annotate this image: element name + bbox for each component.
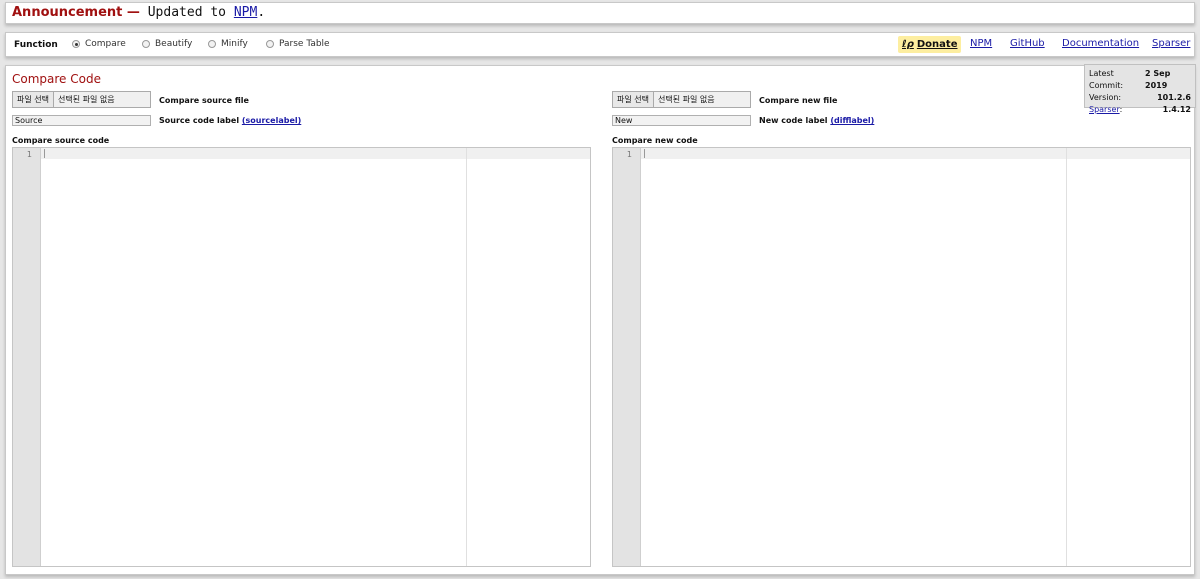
sparser-link[interactable]: Sparser	[1089, 105, 1120, 114]
new-print-margin	[1066, 148, 1067, 566]
source-label-input[interactable]: Source	[12, 115, 151, 126]
new-code-heading: Compare new code	[612, 136, 698, 145]
radio-compare-label: Compare	[85, 39, 126, 49]
new-file-label: Compare new file	[759, 96, 838, 105]
source-file-picker[interactable]: 파일 선택 선택된 파일 없음	[12, 91, 151, 108]
version-label: Version:	[1089, 93, 1122, 102]
source-label-text: Source code label	[159, 116, 240, 125]
source-code-editor[interactable]: 1	[12, 147, 591, 567]
source-file-button[interactable]: 파일 선택	[13, 92, 54, 107]
nav-link-github[interactable]: GitHub	[1010, 38, 1045, 49]
latest-commit-value: 2 Sep 2019	[1145, 69, 1171, 90]
radio-beautify-label: Beautify	[155, 39, 193, 49]
donate-label: Donate	[916, 39, 958, 50]
source-line-number: 1	[26, 150, 32, 159]
new-label-caption: New code label (difflabel)	[759, 116, 874, 125]
new-text-cursor	[644, 149, 645, 158]
announcement-npm-link[interactable]: NPM	[234, 5, 257, 20]
source-label-caption: Source code label (sourcelabel)	[159, 116, 301, 125]
source-line-gutter: 1	[13, 148, 41, 566]
radio-parse-table[interactable]: Parse Table	[266, 39, 330, 49]
radio-compare-dot[interactable]	[72, 40, 80, 48]
source-label-link[interactable]: (sourcelabel)	[242, 116, 301, 125]
new-code-editor[interactable]: 1	[612, 147, 1191, 567]
compare-panel: Compare Code 파일 선택 선택된 파일 없음 Compare sou…	[5, 64, 1196, 575]
new-line-number: 1	[626, 150, 632, 159]
commit-row: Latest Commit: 2 Sep 2019	[1089, 68, 1191, 92]
function-bar: Function Compare Beautify Minify Parse T…	[5, 32, 1195, 57]
radio-compare[interactable]: Compare	[72, 39, 126, 49]
announcement-bar: Announcement — Updated to NPM.	[5, 2, 1195, 24]
new-current-line	[641, 148, 1190, 159]
radio-minify-label: Minify	[221, 39, 248, 49]
source-code-heading: Compare source code	[12, 136, 110, 145]
commit-info-box: Latest Commit: 2 Sep 2019 Version: 101.2…	[1084, 64, 1196, 114]
source-file-label: Compare source file	[159, 96, 249, 105]
radio-parse-table-label: Parse Table	[279, 39, 330, 49]
page-title: Compare Code	[12, 72, 101, 86]
radio-minify-dot[interactable]	[208, 40, 216, 48]
function-label: Function	[14, 40, 58, 50]
announcement-text: Updated to	[147, 5, 227, 20]
radio-parse-table-dot[interactable]	[266, 40, 274, 48]
donate-button[interactable]: ℓρ Donate	[898, 36, 962, 53]
new-file-picker[interactable]: 파일 선택 선택된 파일 없음	[612, 91, 751, 108]
nav-link-sparser[interactable]: Sparser	[1152, 38, 1190, 49]
sparser-version-value: 1.4.12	[1162, 105, 1191, 114]
announcement-heading: Announcement —	[12, 5, 140, 20]
radio-minify[interactable]: Minify	[208, 39, 248, 49]
new-line-gutter: 1	[613, 148, 641, 566]
source-print-margin	[466, 148, 467, 566]
sparser-suffix: :	[1119, 105, 1123, 114]
sparser-row: Sparser: 1.4.12	[1089, 104, 1191, 116]
version-value: 101.2.6	[1157, 93, 1191, 102]
donate-icon: ℓρ	[902, 39, 914, 50]
radio-beautify-dot[interactable]	[142, 40, 150, 48]
radio-beautify[interactable]: Beautify	[142, 39, 192, 49]
source-text-cursor	[44, 149, 45, 158]
new-file-button[interactable]: 파일 선택	[613, 92, 654, 107]
new-label-link[interactable]: (difflabel)	[830, 116, 874, 125]
nav-link-npm[interactable]: NPM	[970, 38, 992, 49]
source-file-status: 선택된 파일 없음	[57, 95, 115, 104]
new-label-text: New code label	[759, 116, 828, 125]
source-current-line	[41, 148, 590, 159]
sparser-label-group: Sparser:	[1089, 104, 1122, 116]
version-row: Version: 101.2.6	[1089, 92, 1191, 104]
new-file-status: 선택된 파일 없음	[657, 95, 715, 104]
nav-link-documentation[interactable]: Documentation	[1062, 38, 1139, 49]
new-label-input[interactable]: New	[612, 115, 751, 126]
latest-commit-label: Latest Commit:	[1089, 69, 1124, 90]
announcement-suffix: .	[257, 5, 266, 20]
